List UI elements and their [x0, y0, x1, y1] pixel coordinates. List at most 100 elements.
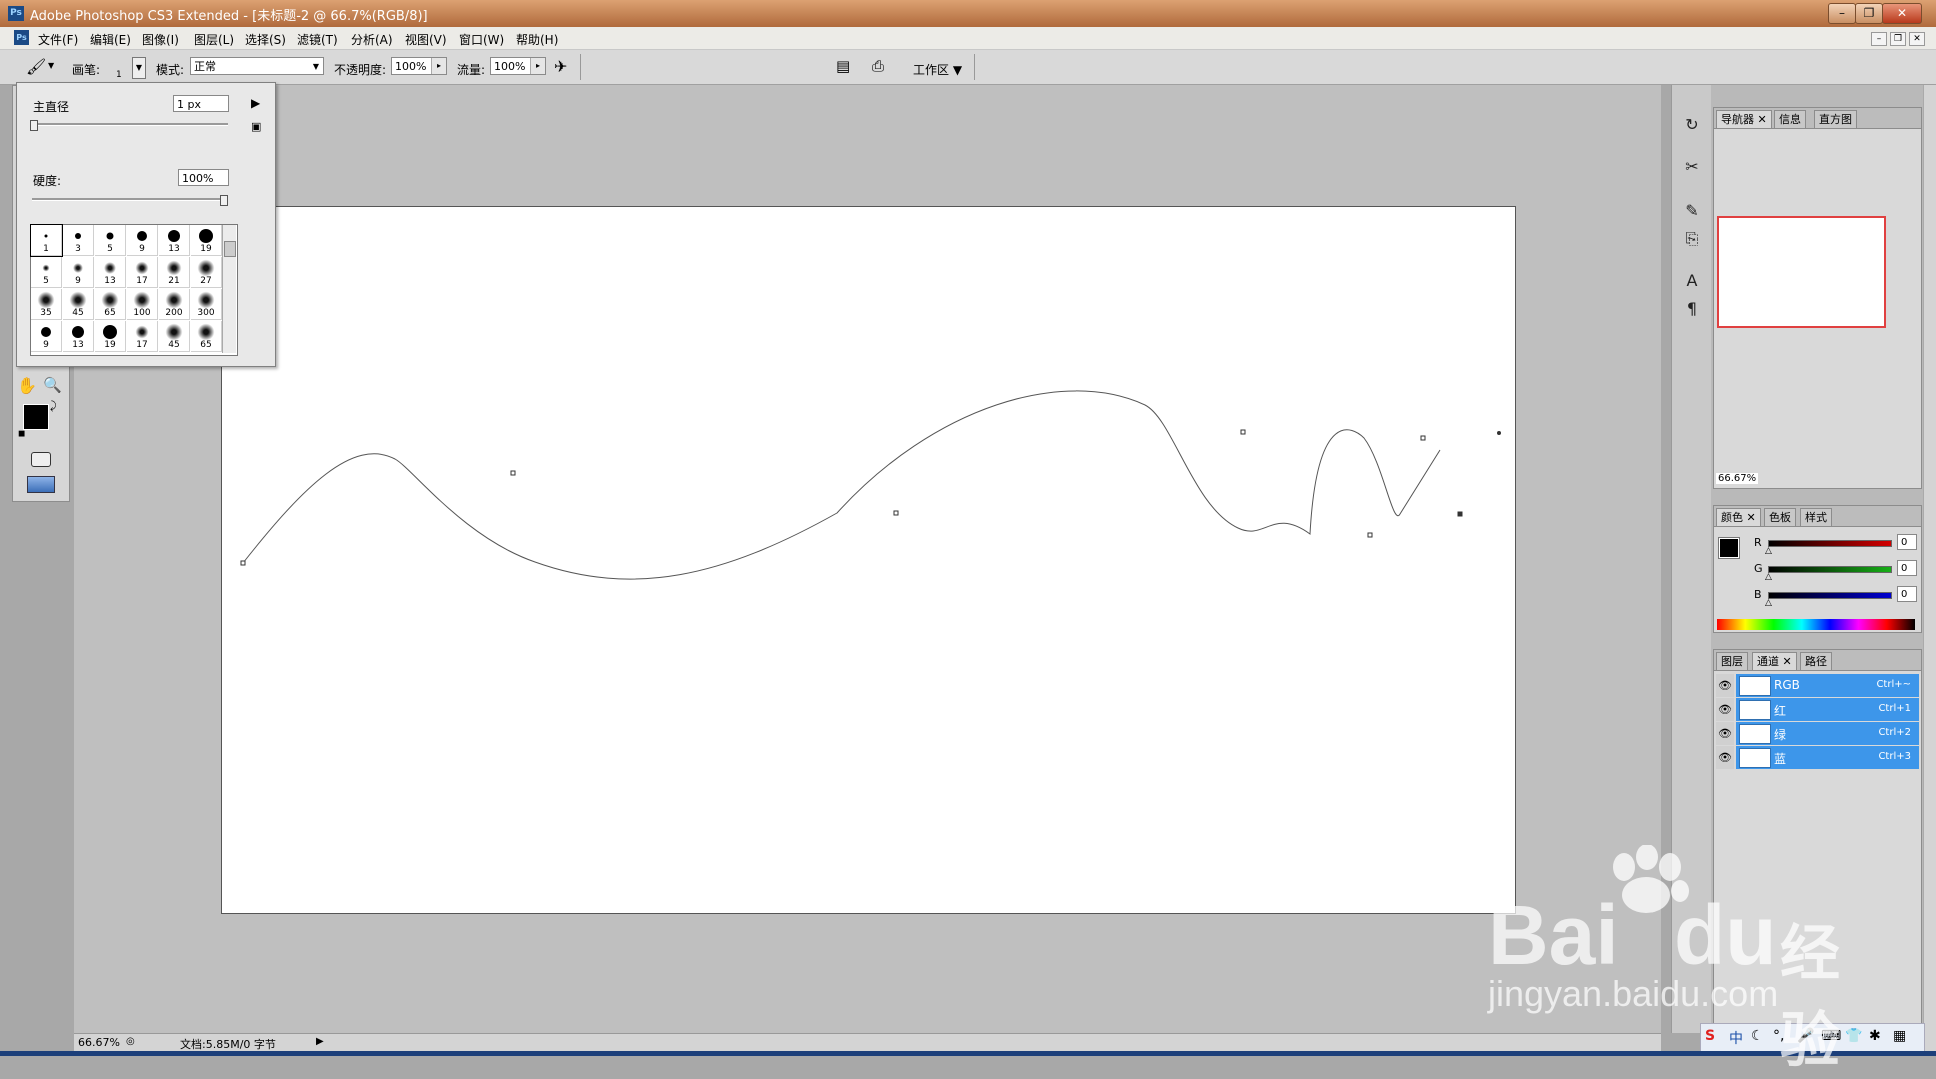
menu-help[interactable]: 帮助(H): [516, 31, 558, 48]
channel-row[interactable]: 👁 红 Ctrl+1: [1716, 698, 1919, 721]
channel-selection[interactable]: 蓝 Ctrl+3: [1736, 746, 1919, 769]
foreground-color[interactable]: [23, 404, 49, 430]
hand-icon[interactable]: ✋: [17, 376, 37, 395]
pen-path[interactable]: [222, 207, 1515, 913]
menu-file[interactable]: 文件(F): [38, 31, 78, 48]
document-icon[interactable]: Ps: [14, 30, 29, 45]
zoom-icon[interactable]: 🔍: [43, 376, 62, 394]
menu-window[interactable]: 窗口(W): [459, 31, 504, 48]
brush-preset[interactable]: 65: [191, 321, 222, 352]
menu-select[interactable]: 选择(S): [245, 31, 286, 48]
tab-swatches[interactable]: 色板: [1764, 508, 1796, 526]
brush-preset[interactable]: 13: [63, 321, 94, 352]
brush-preset[interactable]: 19: [191, 225, 222, 256]
menu-view[interactable]: 视图(V): [405, 31, 447, 48]
paragraph-icon[interactable]: ¶: [1680, 297, 1704, 321]
tab-paths[interactable]: 路径: [1800, 652, 1832, 670]
color-slider[interactable]: [1768, 592, 1892, 599]
document-canvas[interactable]: [221, 206, 1516, 914]
brush-icon[interactable]: 🖌: [26, 57, 46, 76]
brush-preset[interactable]: 300: [191, 289, 222, 320]
brush-preset[interactable]: 35: [31, 289, 62, 320]
workspace-button[interactable]: 工作区 ▼: [913, 61, 962, 78]
menu-analysis[interactable]: 分析(A): [351, 31, 393, 48]
tab-layers[interactable]: 图层: [1716, 652, 1748, 670]
right-scrollbar[interactable]: [1923, 85, 1936, 1056]
options-menu-icon[interactable]: ▶: [251, 96, 260, 110]
hardness-slider[interactable]: [32, 198, 228, 201]
tab-histogram[interactable]: 直方图: [1814, 110, 1857, 128]
color-slider[interactable]: [1768, 566, 1892, 573]
channel-selection[interactable]: RGB Ctrl+~: [1736, 674, 1919, 697]
brush-preset[interactable]: 200: [159, 289, 190, 320]
slider-thumb-icon[interactable]: △: [1765, 572, 1772, 582]
screen-mode-icon[interactable]: [27, 476, 55, 493]
flow-arrow-icon[interactable]: ▸: [530, 58, 545, 74]
color-value-field[interactable]: 0: [1897, 560, 1917, 576]
minimize-button[interactable]: –: [1828, 3, 1856, 24]
tools-icon[interactable]: ✂: [1680, 155, 1704, 179]
brush-preset[interactable]: 65: [95, 289, 126, 320]
navigator-preview[interactable]: [1717, 216, 1886, 328]
brush-preset[interactable]: 21: [159, 257, 190, 288]
brush-preset[interactable]: 9: [127, 225, 158, 256]
menu-layer[interactable]: 图层(L): [194, 31, 234, 48]
tools-tray-icon[interactable]: ✱: [1869, 1028, 1881, 1044]
diameter-slider[interactable]: [32, 123, 228, 126]
brush-preset[interactable]: 9: [31, 321, 62, 352]
eye-icon[interactable]: 👁: [1716, 698, 1734, 721]
menu-edit[interactable]: 编辑(E): [90, 31, 131, 48]
brush-preset[interactable]: 17: [127, 257, 158, 288]
eye-icon[interactable]: 👁: [1716, 746, 1734, 769]
preset-scrollbar[interactable]: [222, 225, 236, 353]
mode-select[interactable]: 正常 ▼: [190, 57, 324, 75]
brush-preset[interactable]: 1: [30, 224, 63, 257]
tab-color[interactable]: 颜色 ✕: [1716, 508, 1761, 526]
brush-preset[interactable]: 13: [95, 257, 126, 288]
menu-filter[interactable]: 滤镜(T): [297, 31, 338, 48]
channel-row[interactable]: 👁 RGB Ctrl+~: [1716, 674, 1919, 697]
diameter-field[interactable]: 1 px: [173, 95, 229, 112]
menu-image[interactable]: 图像(I): [142, 31, 179, 48]
brush-preset[interactable]: 100: [127, 289, 158, 320]
channel-row[interactable]: 👁 绿 Ctrl+2: [1716, 722, 1919, 745]
new-preset-icon[interactable]: ▣: [251, 120, 261, 133]
brush-preset[interactable]: 45: [63, 289, 94, 320]
eye-icon[interactable]: 👁: [1716, 722, 1734, 745]
bridge-icon[interactable]: ⎙: [872, 57, 884, 75]
eye-icon[interactable]: 👁: [1716, 674, 1734, 697]
sogou-icon[interactable]: S: [1705, 1028, 1715, 1044]
doc-close-button[interactable]: ✕: [1909, 32, 1925, 46]
opacity-arrow-icon[interactable]: ▸: [431, 58, 446, 74]
doc-minimize-button[interactable]: –: [1871, 32, 1887, 46]
quickmask-icon[interactable]: [31, 452, 51, 467]
brush-preset[interactable]: 9: [63, 257, 94, 288]
channel-selection[interactable]: 绿 Ctrl+2: [1736, 722, 1919, 745]
character-icon[interactable]: A: [1680, 269, 1704, 293]
color-value-field[interactable]: 0: [1897, 586, 1917, 602]
maximize-button[interactable]: ❐: [1855, 3, 1883, 24]
hardness-slider-thumb[interactable]: [220, 195, 228, 206]
brushes-icon[interactable]: ✎: [1680, 199, 1704, 223]
close-button[interactable]: ✕: [1882, 3, 1922, 24]
brush-preset[interactable]: 19: [95, 321, 126, 352]
default-colors-icon[interactable]: ◼: [18, 429, 25, 439]
clone-source-icon[interactable]: ⎘: [1680, 227, 1704, 251]
doc-restore-button[interactable]: ❐: [1890, 32, 1906, 46]
swap-colors-icon[interactable]: ⤸: [50, 399, 57, 413]
channel-selection[interactable]: 红 Ctrl+1: [1736, 698, 1919, 721]
navigator-zoom[interactable]: 66.67%: [1716, 473, 1759, 484]
tab-info[interactable]: 信息: [1774, 110, 1806, 128]
flow-field[interactable]: 100% ▸: [490, 57, 546, 75]
moon-icon[interactable]: ☾: [1751, 1028, 1764, 1044]
tab-styles[interactable]: 样式: [1800, 508, 1832, 526]
airbrush-icon[interactable]: ✈: [554, 57, 567, 76]
slider-thumb-icon[interactable]: △: [1765, 546, 1772, 556]
brush-preset[interactable]: 13: [159, 225, 190, 256]
color-ramp[interactable]: [1717, 619, 1915, 630]
brush-preset[interactable]: 5: [31, 257, 62, 288]
color-value-field[interactable]: 0: [1897, 534, 1917, 550]
brush-preset[interactable]: 17: [127, 321, 158, 352]
zoom-level[interactable]: 66.67%: [78, 1036, 120, 1049]
ime-mode[interactable]: 中: [1729, 1028, 1743, 1048]
